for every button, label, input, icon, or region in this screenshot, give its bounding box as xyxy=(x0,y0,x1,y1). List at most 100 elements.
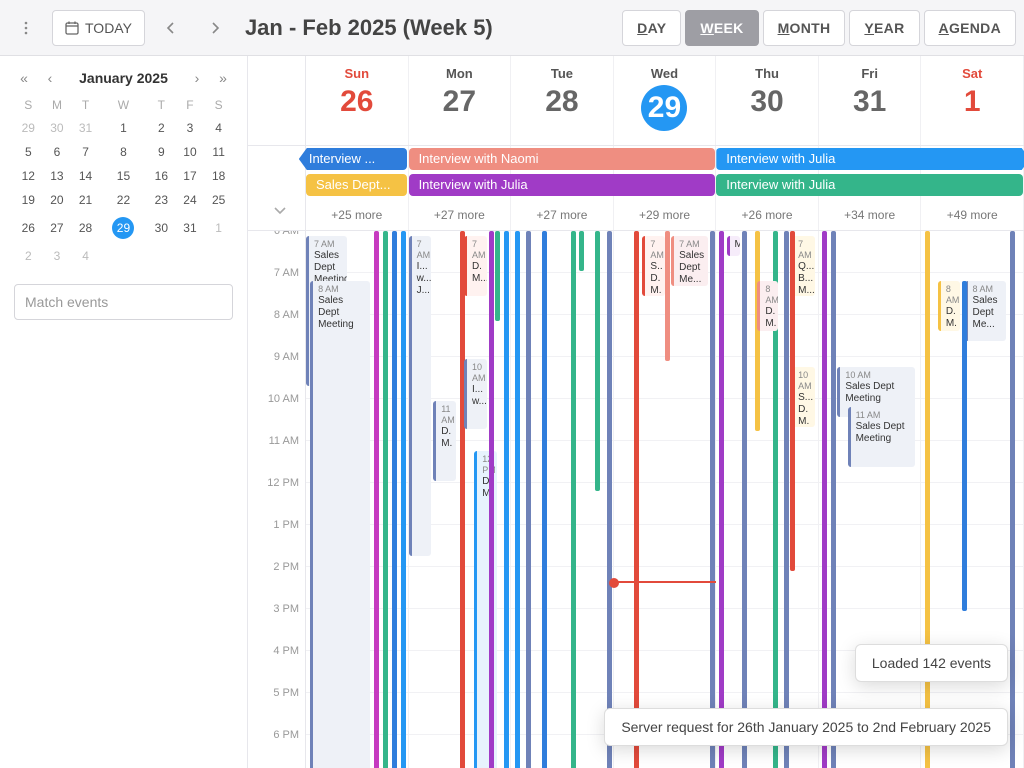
mini-cal-day[interactable]: 28 xyxy=(71,212,100,244)
event-bar[interactable] xyxy=(504,231,509,768)
day-header[interactable]: Fri31 xyxy=(819,56,922,145)
tab-month[interactable]: MONTH xyxy=(763,10,846,46)
mini-cal-day[interactable]: 4 xyxy=(204,116,233,140)
mini-cal-day[interactable]: 14 xyxy=(71,164,100,188)
event-bar[interactable] xyxy=(962,281,967,611)
mini-cal-day[interactable]: 25 xyxy=(204,188,233,212)
mini-cal-day[interactable]: 23 xyxy=(147,188,176,212)
allday-event[interactable]: Interview ... xyxy=(299,148,407,170)
mini-cal-day[interactable]: 21 xyxy=(71,188,100,212)
allday-event[interactable]: Interview with Julia xyxy=(716,148,1024,170)
mini-cal-day[interactable]: 7 xyxy=(71,140,100,164)
event-bar[interactable] xyxy=(401,231,406,768)
mini-cal-day[interactable] xyxy=(147,244,176,268)
day-header[interactable]: Mon27 xyxy=(409,56,512,145)
search-input[interactable] xyxy=(14,284,233,320)
event-bar[interactable] xyxy=(665,231,670,361)
prev-button[interactable] xyxy=(153,10,189,46)
mini-cal-day[interactable]: 8 xyxy=(100,140,147,164)
more-events[interactable]: +25 more xyxy=(306,202,409,228)
event-bar[interactable] xyxy=(822,231,827,768)
event-bar[interactable] xyxy=(790,231,795,571)
mini-cal-day[interactable]: 2 xyxy=(14,244,43,268)
mini-cal-day[interactable]: 2 xyxy=(147,116,176,140)
mini-cal-day[interactable]: 17 xyxy=(176,164,205,188)
allday-event[interactable]: Interview with Julia xyxy=(716,174,1022,196)
timed-event[interactable]: 8 AMD. M. xyxy=(757,281,778,331)
event-bar[interactable] xyxy=(719,231,724,768)
more-events[interactable]: +49 more xyxy=(921,202,1024,228)
mini-cal-day[interactable]: 5 xyxy=(14,140,43,164)
event-bar[interactable] xyxy=(742,231,747,768)
mini-cal-day[interactable]: 31 xyxy=(71,116,100,140)
event-bar[interactable] xyxy=(571,231,576,768)
mc-prev-year[interactable]: « xyxy=(14,68,34,88)
event-bar[interactable] xyxy=(634,231,639,768)
timed-event[interactable]: 7 AMS.. D. M. xyxy=(642,236,665,296)
event-bar[interactable] xyxy=(579,231,584,271)
tab-week[interactable]: WEEK xyxy=(685,10,758,46)
more-events[interactable]: +34 more xyxy=(819,202,922,228)
timed-event[interactable]: 11 AMSales Dept Meeting xyxy=(848,407,916,467)
mini-cal-day[interactable]: 22 xyxy=(100,188,147,212)
event-bar[interactable] xyxy=(489,231,494,768)
mini-cal-day[interactable]: 26 xyxy=(14,212,43,244)
event-bar[interactable] xyxy=(542,231,547,768)
next-button[interactable] xyxy=(197,10,233,46)
mini-cal-day[interactable]: 29 xyxy=(100,212,147,244)
mini-cal-day[interactable]: 30 xyxy=(43,116,72,140)
mini-cal-day[interactable]: 13 xyxy=(43,164,72,188)
event-bar[interactable] xyxy=(383,231,388,768)
mini-cal-day[interactable]: 1 xyxy=(100,116,147,140)
timed-event[interactable]: 7 AMSales Dept Me... xyxy=(671,236,708,286)
mini-cal-day[interactable]: 4 xyxy=(71,244,100,268)
mini-cal-day[interactable]: 9 xyxy=(147,140,176,164)
timed-event[interactable]: 7 AMD. M... xyxy=(464,236,487,296)
timed-event[interactable]: 11 AMD. M. xyxy=(433,401,456,481)
event-bar[interactable] xyxy=(515,231,520,768)
mini-cal-day[interactable]: 18 xyxy=(204,164,233,188)
menu-button[interactable] xyxy=(8,10,44,46)
timed-event[interactable]: 8 AMD. M. xyxy=(938,281,961,331)
event-bar[interactable] xyxy=(595,231,600,491)
mc-prev-month[interactable]: ‹ xyxy=(40,68,60,88)
tab-year[interactable]: YEAR xyxy=(849,10,919,46)
mini-cal-day[interactable]: 24 xyxy=(176,188,205,212)
event-bar[interactable] xyxy=(374,231,379,768)
day-header[interactable]: Sun26 xyxy=(306,56,409,145)
mini-cal-day[interactable]: 20 xyxy=(43,188,72,212)
tab-agenda[interactable]: AGENDA xyxy=(924,10,1016,46)
mini-cal-day[interactable] xyxy=(100,244,147,268)
timed-event[interactable]: M. xyxy=(727,236,740,256)
timed-event[interactable]: 7 AMI... w... J... xyxy=(409,236,432,556)
event-bar[interactable] xyxy=(495,231,500,321)
mini-cal-day[interactable]: 30 xyxy=(147,212,176,244)
event-bar[interactable] xyxy=(526,231,531,768)
mini-cal-day[interactable]: 1 xyxy=(204,212,233,244)
event-bar[interactable] xyxy=(710,231,715,768)
mc-next-month[interactable]: › xyxy=(187,68,207,88)
event-bar[interactable] xyxy=(831,231,836,768)
mc-next-year[interactable]: » xyxy=(213,68,233,88)
mini-cal-day[interactable]: 16 xyxy=(147,164,176,188)
allday-expand[interactable] xyxy=(272,202,288,218)
today-button[interactable]: TODAY xyxy=(52,10,145,46)
event-bar[interactable] xyxy=(755,231,760,431)
event-bar[interactable] xyxy=(784,231,789,768)
more-events[interactable]: +27 more xyxy=(511,202,614,228)
more-events[interactable]: +26 more xyxy=(716,202,819,228)
mini-cal-day[interactable]: 6 xyxy=(43,140,72,164)
mini-cal-day[interactable]: 3 xyxy=(43,244,72,268)
day-header[interactable]: Sat1 xyxy=(921,56,1024,145)
event-bar[interactable] xyxy=(925,231,930,768)
timed-event[interactable]: 8 AMSales Dept Me... xyxy=(965,281,1006,341)
timed-event[interactable]: 8 AMSales Dept Meeting xyxy=(310,281,369,768)
mini-cal-day[interactable]: 31 xyxy=(176,212,205,244)
mini-cal-day[interactable] xyxy=(176,244,205,268)
mini-cal-day[interactable]: 11 xyxy=(204,140,233,164)
mini-cal-day[interactable] xyxy=(204,244,233,268)
event-bar[interactable] xyxy=(460,231,465,768)
mini-cal-day[interactable]: 27 xyxy=(43,212,72,244)
allday-event[interactable]: Interview with Naomi xyxy=(409,148,715,170)
mini-cal-day[interactable]: 19 xyxy=(14,188,43,212)
